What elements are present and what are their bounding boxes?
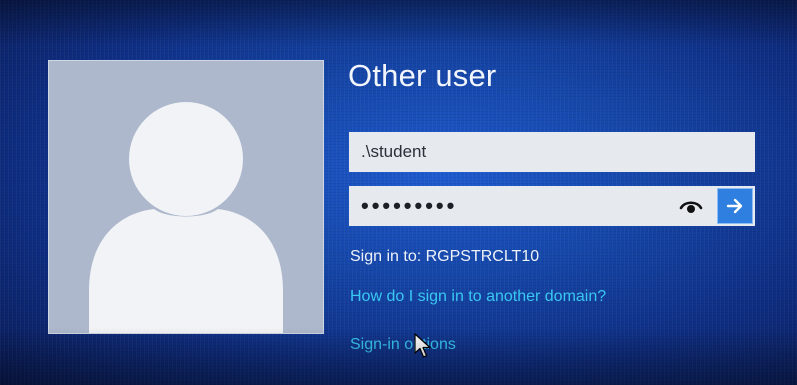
default-user-icon [89,102,283,333]
submit-button[interactable] [717,188,753,224]
arrow-right-icon [726,198,743,214]
username-field[interactable] [349,132,755,172]
password-input[interactable] [349,186,659,226]
user-name-title: Other user [348,58,497,93]
mouse-cursor-icon [414,333,432,359]
username-input[interactable] [349,132,755,172]
sign-in-domain-label: Sign in to: RGPSTRCLT10 [350,248,540,265]
domain-help-link[interactable]: How do I sign in to another domain? [350,288,606,306]
sign-in-options-link[interactable]: Sign-in options [350,336,456,354]
password-field[interactable] [349,186,755,226]
eye-icon[interactable] [679,196,703,216]
lock-screen: Other user Sign in to: RGPSTRCLT10 How d… [0,0,797,385]
user-avatar [48,60,324,334]
